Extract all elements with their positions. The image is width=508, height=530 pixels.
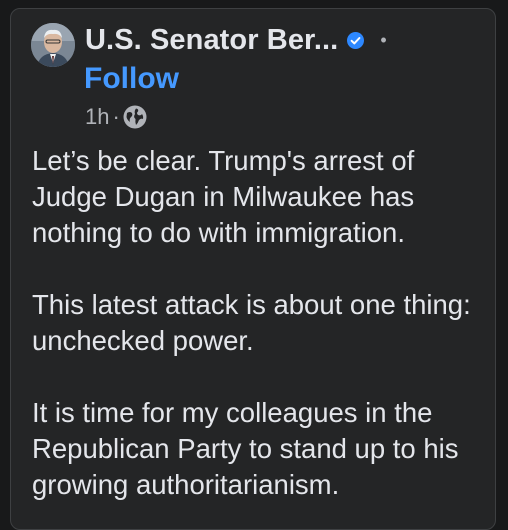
avatar[interactable] xyxy=(31,23,75,67)
header-separator: • xyxy=(380,29,387,50)
follow-button[interactable]: Follow xyxy=(84,62,179,96)
post-paragraph-3: It is time for my colleagues in the Repu… xyxy=(32,397,459,500)
globe-icon xyxy=(123,105,147,129)
post-paragraph-2: This latest attack is about one thing: u… xyxy=(32,289,471,356)
post-meta: 1h · xyxy=(85,104,147,130)
avatar-portrait-icon xyxy=(31,23,75,67)
post-card: U.S. Senator Ber... • Follow 1h · Let’s … xyxy=(10,8,496,530)
page-name-link[interactable]: U.S. Senator Ber... xyxy=(85,24,338,57)
header-name-row: U.S. Senator Ber... • xyxy=(85,21,387,59)
verified-badge-icon xyxy=(347,31,365,49)
meta-separator: · xyxy=(112,104,120,129)
post-paragraph-1: Let’s be clear. Trump's arrest of Judge … xyxy=(32,145,415,248)
post-timestamp[interactable]: 1h xyxy=(85,104,109,130)
post-text: Let’s be clear. Trump's arrest of Judge … xyxy=(32,143,494,529)
